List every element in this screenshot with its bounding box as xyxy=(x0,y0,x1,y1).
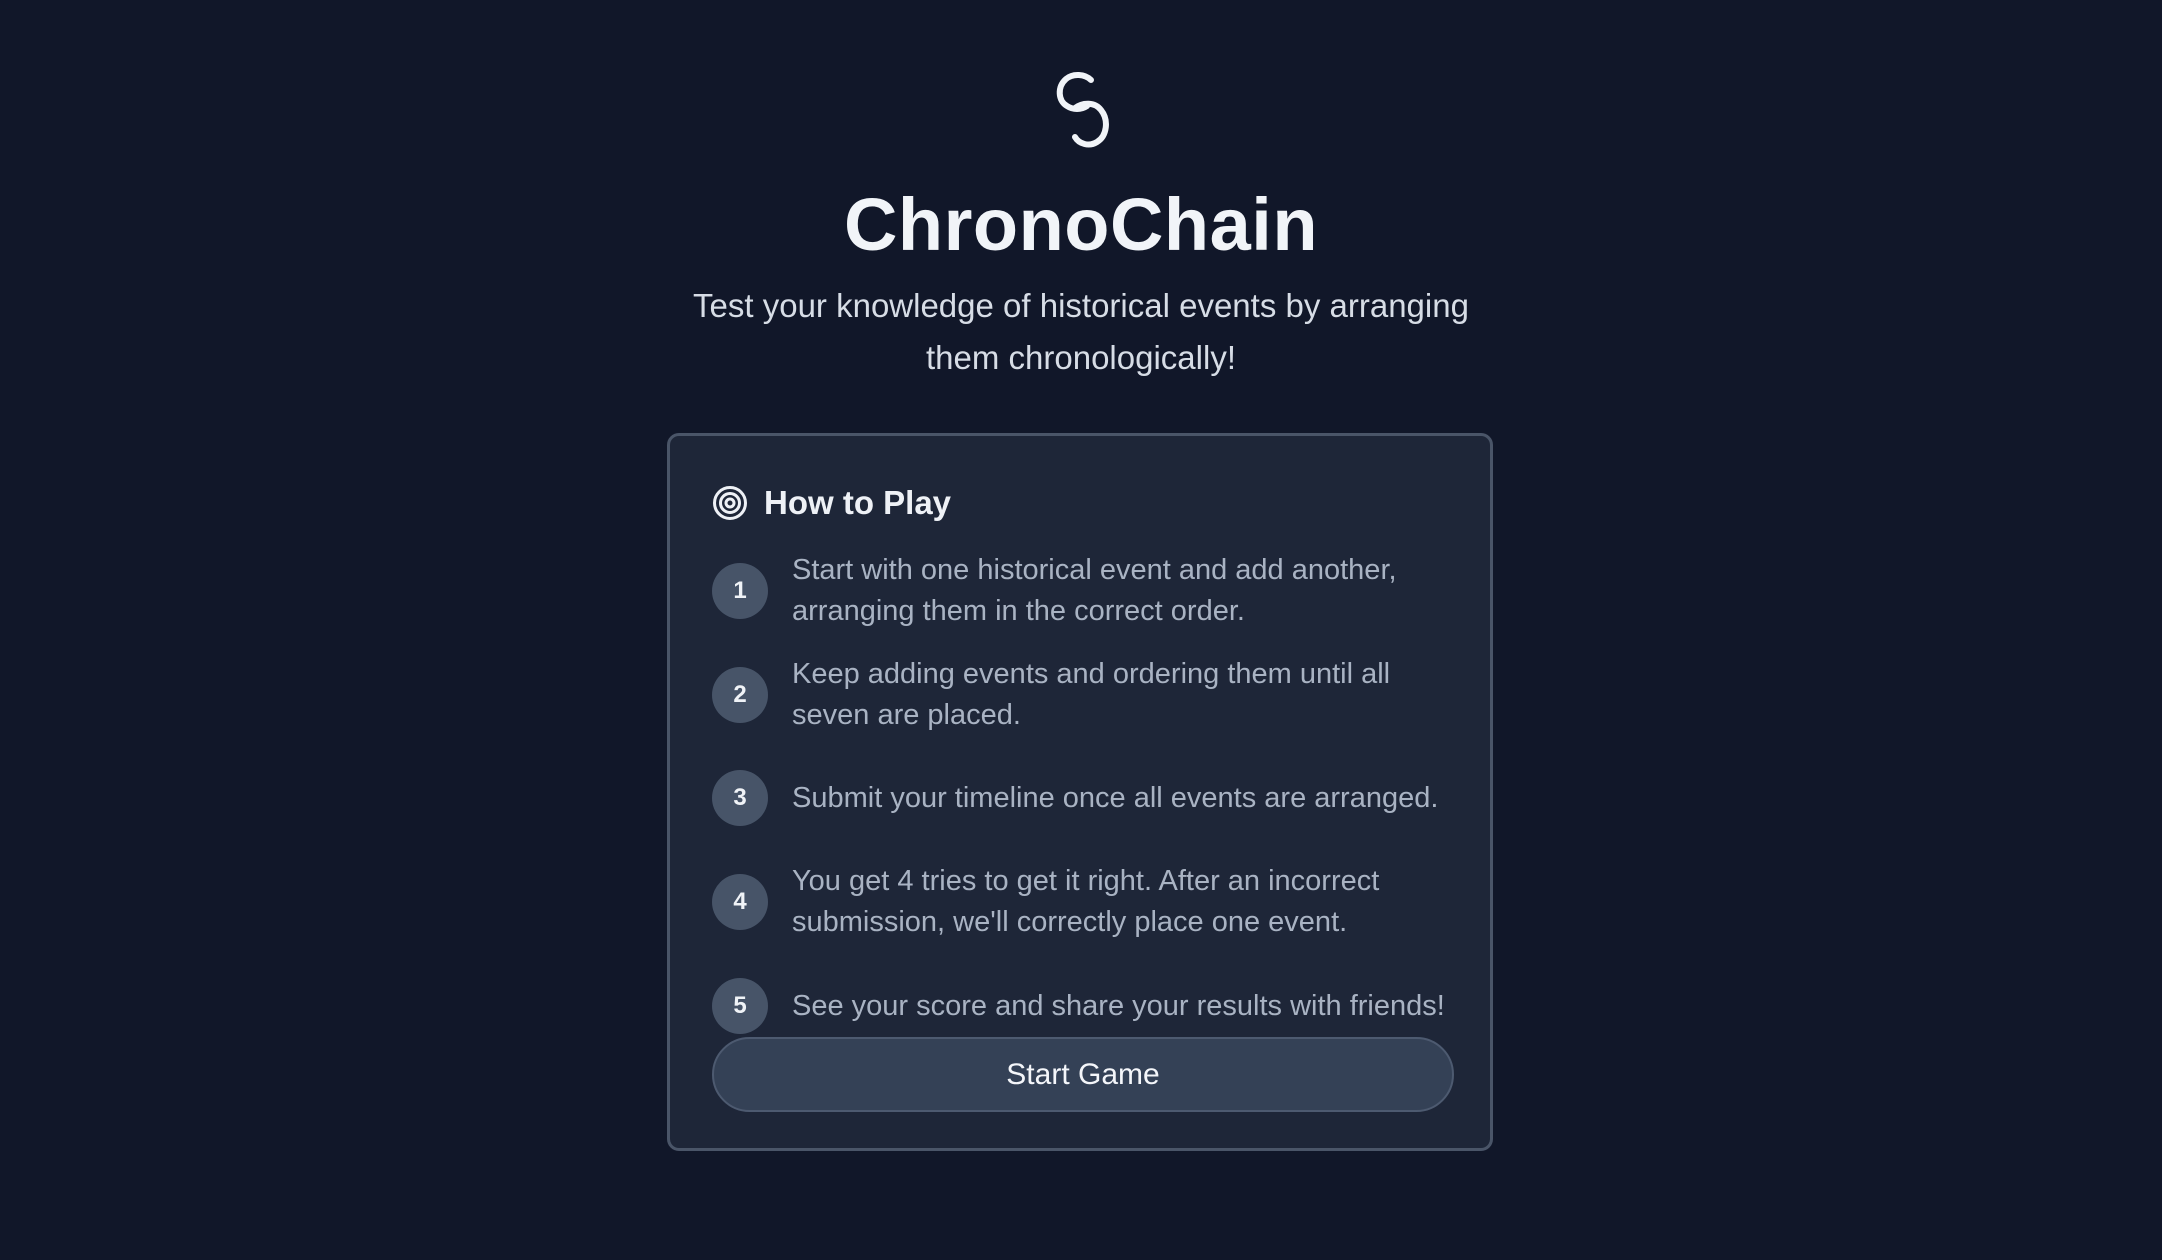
app-subtitle: Test your knowledge of historical events… xyxy=(693,287,1469,376)
step-item: 2 Keep adding events and ordering them u… xyxy=(712,645,1452,745)
step-text: Submit your timeline once all events are… xyxy=(792,781,1439,814)
how-to-play-card: How to Play 1 Start with one historical … xyxy=(667,433,1493,1151)
step-number-badge: 4 xyxy=(712,874,768,930)
how-to-play-header: How to Play xyxy=(712,482,951,524)
target-icon xyxy=(713,486,747,520)
step-text: Start with one historical event and add … xyxy=(792,554,1397,627)
step-item: 4 You get 4 tries to get it right. After… xyxy=(712,852,1452,952)
step-text: See your score and share your results wi… xyxy=(792,989,1445,1022)
start-screen: ChronoChain Test your knowledge of histo… xyxy=(0,0,2162,1260)
step-number-badge: 2 xyxy=(712,667,768,723)
app-title: ChronoChain xyxy=(843,183,1319,266)
step-text: You get 4 tries to get it right. After a… xyxy=(792,865,1380,938)
step-item: 1 Start with one historical event and ad… xyxy=(712,541,1452,641)
step-number-badge: 5 xyxy=(712,978,768,1034)
step-text: Keep adding events and ordering them unt… xyxy=(792,658,1391,731)
step-item: 3 Submit your timeline once all events a… xyxy=(712,748,1452,848)
chain-link-icon xyxy=(1056,72,1109,148)
start-game-button[interactable]: Start Game xyxy=(712,1037,1454,1112)
step-number-badge: 3 xyxy=(712,770,768,826)
step-number-badge: 1 xyxy=(712,563,768,619)
how-to-play-title: How to Play xyxy=(764,484,952,521)
